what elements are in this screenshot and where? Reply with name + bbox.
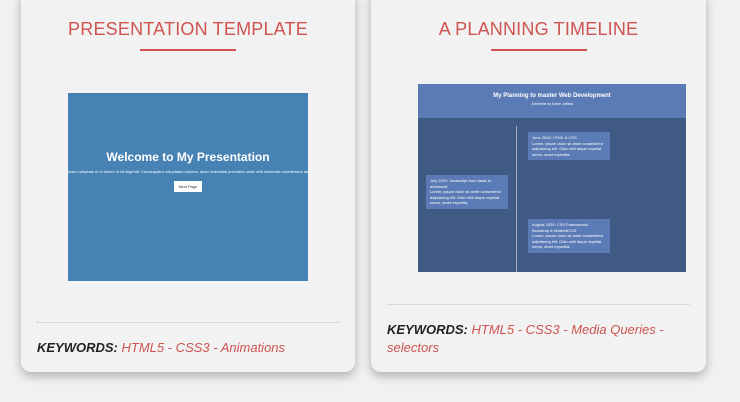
title-underline [140,49,236,51]
timeline-item-title: July 2020: Javascript from basic to adva… [430,178,492,189]
divider [37,322,339,323]
preview-next-button: Next Page [173,181,203,192]
project-card-presentation[interactable]: PRESENTATION TEMPLATE Welcome to My Pres… [21,0,355,372]
timeline-item: July 2020: Javascript from basic to adva… [426,175,508,209]
preview-heading: Welcome to My Presentation [106,150,270,164]
timeline-item: August 2020: CSS Frameworks - Bootstrap … [528,219,610,253]
card-title: PRESENTATION TEMPLATE [68,19,308,39]
keywords-label: KEYWORDS: [387,322,468,337]
preview-heading: My Planning to master Web Development [493,93,611,99]
timeline-item: June 2020: HTML & CSS Lorem, ipsum dolor… [528,132,610,160]
preview-subtitle: A timeline by Karim Jaffara [531,102,573,106]
keywords: KEYWORDS: HTML5 - CSS3 - Animations [37,339,325,357]
project-card-timeline[interactable]: A PLANNING TIMELINE My Planning to maste… [371,0,706,372]
divider [387,304,690,305]
timeline-line [516,126,517,272]
timeline-item-text: Lorem, ipsum dolor sit amet consectetur … [532,233,604,249]
keywords-value: HTML5 - CSS3 - Animations [121,340,286,355]
project-preview-image[interactable]: Welcome to My Presentation Iusto volupta… [68,93,308,281]
keywords: KEYWORDS: HTML5 - CSS3 - Media Queries -… [387,321,676,357]
card-title: A PLANNING TIMELINE [438,19,639,39]
preview-header: My Planning to master Web Development A … [418,84,686,118]
preview-text: Iusto voluptate et in dicere id sit elig… [68,169,308,174]
timeline-item-text: Lorem, ipsum dolor sit amet consectetur … [430,189,502,205]
project-preview-image[interactable]: My Planning to master Web Development A … [418,84,686,272]
timeline-item-text: Lorem, ipsum dolor sit amet consectetur … [532,140,604,157]
timeline-item-title: August 2020: CSS Frameworks - Bootstrap … [532,222,591,233]
keywords-label: KEYWORDS: [37,340,118,355]
title-underline [490,49,587,51]
